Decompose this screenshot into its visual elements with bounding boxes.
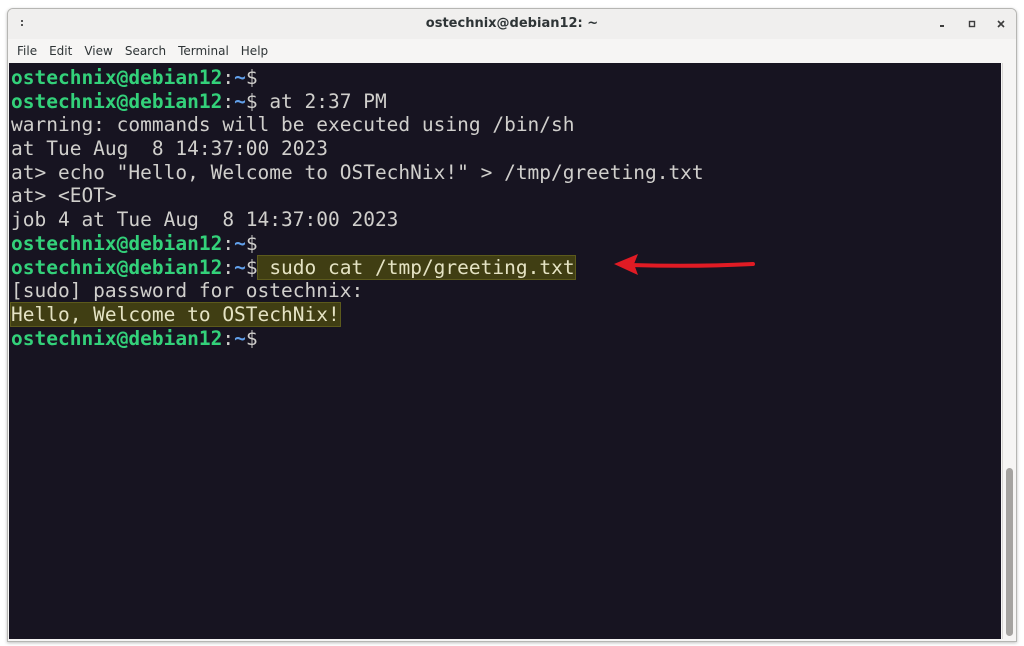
menu-edit[interactable]: Edit [43, 39, 78, 63]
maximize-button[interactable] [963, 15, 981, 33]
terminal-line: ostechnix@debian12:~$ [11, 232, 704, 256]
highlighted-output: Hello, Welcome to OSTechNix! [10, 301, 341, 327]
red-arrow-icon [614, 254, 755, 275]
terminal-line: warning: commands will be executed using… [11, 113, 575, 137]
prompt-user-host: ostechnix@debian12 [11, 326, 223, 350]
prompt-symbol: $ [245, 255, 258, 279]
minimize-button[interactable] [933, 15, 951, 33]
command-text: at 2:37 PM [257, 89, 387, 113]
prompt-user-host: ostechnix@debian12 [11, 89, 223, 113]
menu-view[interactable]: View [78, 39, 118, 63]
prompt-user-host: ostechnix@debian12 [11, 66, 223, 89]
prompt-path: ~ [234, 255, 246, 279]
scrollbar-thumb[interactable] [1006, 468, 1013, 636]
menu-search[interactable]: Search [119, 39, 172, 63]
prompt-path: ~ [234, 66, 246, 89]
terminal-window: ostechnix@debian12: ~ File Edit View Sea… [7, 8, 1017, 642]
prompt-colon: : [222, 255, 235, 279]
terminal-line: at> <EOT> [11, 184, 117, 208]
close-icon [997, 20, 1005, 28]
terminal-line: ostechnix@debian12:~$ sudo cat /tmp/gree… [11, 254, 704, 280]
terminal-line: ostechnix@debian12:~$ [11, 327, 704, 351]
menu-bar: File Edit View Search Terminal Help [8, 39, 1016, 63]
maximize-icon [968, 20, 976, 28]
prompt-user-host: ostechnix@debian12 [11, 255, 223, 279]
terminal-line: at> echo "Hello, Welcome to OSTechNix!" … [11, 160, 704, 184]
highlighted-command: sudo cat /tmp/greeting.txt [256, 254, 576, 280]
minimize-icon [940, 25, 944, 27]
prompt-symbol: $ [245, 89, 258, 113]
terminal-view[interactable]: ostechnix@debian12:~$ ostechnix@debian12… [9, 63, 1001, 639]
prompt-colon: : [222, 326, 235, 350]
close-button[interactable] [992, 15, 1010, 33]
prompt-symbol: $ [245, 231, 258, 255]
terminal-output: ostechnix@debian12:~$ ostechnix@debian12… [10, 66, 704, 351]
menu-file[interactable]: File [11, 39, 43, 63]
title-bar[interactable]: ostechnix@debian12: ~ [8, 9, 1016, 39]
prompt-path: ~ [234, 89, 246, 113]
prompt-path: ~ [234, 231, 246, 255]
prompt-colon: : [222, 66, 235, 89]
prompt-symbol: $ [245, 66, 258, 89]
terminal-line: [sudo] password for ostechnix: [11, 279, 364, 303]
terminal-line: Hello, Welcome to OSTechNix! [10, 301, 704, 327]
window-title: ostechnix@debian12: ~ [425, 16, 599, 31]
terminal-line: job 4 at Tue Aug 8 14:37:00 2023 [11, 208, 399, 232]
prompt-colon: : [222, 231, 235, 255]
prompt-colon: : [222, 89, 235, 113]
menu-terminal[interactable]: Terminal [172, 39, 235, 63]
terminal-line: ostechnix@debian12:~$ at 2:37 PM [11, 90, 704, 114]
prompt-user-host: ostechnix@debian12 [11, 231, 223, 255]
scrollbar[interactable] [1002, 63, 1016, 639]
menu-help[interactable]: Help [235, 39, 274, 63]
terminal-line: ostechnix@debian12:~$ [11, 66, 704, 90]
terminal-line: at Tue Aug 8 14:37:00 2023 [11, 137, 328, 161]
prompt-path: ~ [234, 326, 246, 350]
prompt-symbol: $ [245, 326, 258, 350]
